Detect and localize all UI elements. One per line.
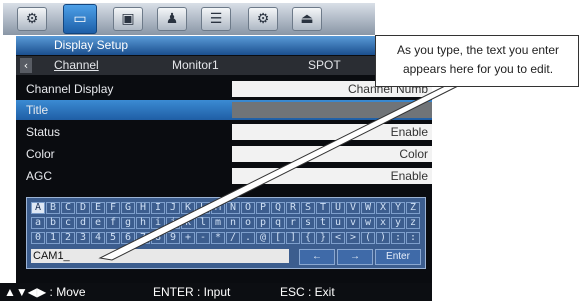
callout-box: As you type, the text you enter appears … — [375, 35, 579, 87]
callout-text: As you type, the text you enter appears … — [376, 41, 579, 79]
callout-line-1: As you type, the text you enter — [396, 43, 560, 57]
callout-line-2: appears here for you to edit. — [402, 62, 554, 76]
